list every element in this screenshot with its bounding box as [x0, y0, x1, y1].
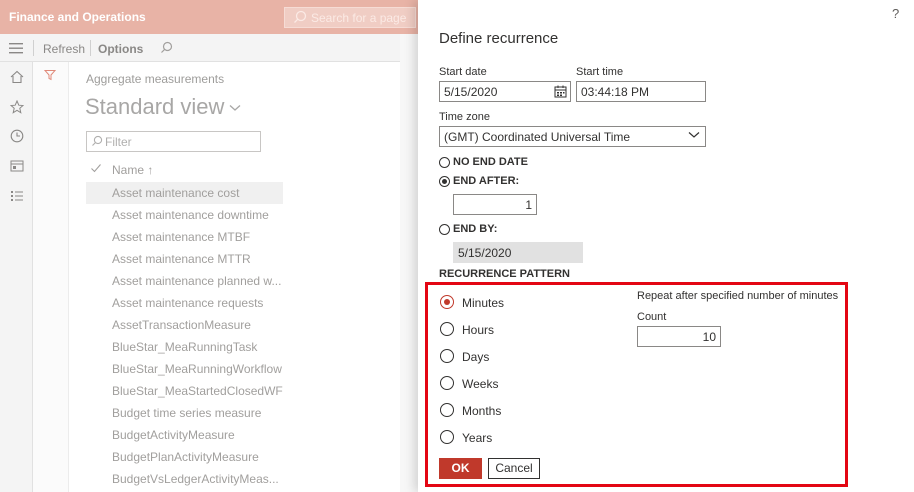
ok-button[interactable]: OK: [439, 458, 482, 479]
options-button[interactable]: Options: [98, 42, 143, 56]
clock-icon[interactable]: [10, 129, 24, 143]
start-time-field[interactable]: 03:44:18 PM: [576, 81, 706, 102]
end-by-date-value: 5/15/2020: [458, 246, 512, 260]
list-item[interactable]: BlueStar_MeaStartedClosedWF: [86, 380, 283, 402]
filter-pane: [33, 62, 69, 492]
end-by-radio[interactable]: [439, 224, 450, 235]
pattern-radio-minutes[interactable]: [440, 295, 454, 309]
start-time-label: Start time: [576, 66, 624, 78]
search-icon: [294, 10, 307, 23]
pattern-label-months[interactable]: Months: [462, 404, 501, 418]
pattern-radio-days[interactable]: [440, 349, 454, 363]
breadcrumb: Aggregate measurements: [86, 72, 225, 86]
modules-list-icon[interactable]: [10, 189, 24, 203]
end-after-count-field[interactable]: 1: [453, 194, 537, 215]
home-icon[interactable]: [10, 70, 24, 84]
start-time-value: 03:44:18 PM: [581, 85, 650, 99]
list-item[interactable]: AssetTransactionMeasure: [86, 314, 283, 336]
left-navigation: [0, 62, 33, 492]
count-label: Count: [637, 311, 667, 323]
count-field[interactable]: 10: [637, 326, 721, 347]
list-filter-input[interactable]: Filter: [86, 131, 261, 152]
grid-header: Name ↑: [86, 160, 386, 180]
page-search-input[interactable]: Search for a page: [284, 7, 416, 28]
start-date-field[interactable]: 5/15/2020: [439, 81, 571, 102]
list-item[interactable]: Asset maintenance planned w...: [86, 270, 283, 292]
calendar-icon[interactable]: [554, 85, 567, 98]
chevron-down-icon[interactable]: [229, 104, 241, 112]
start-date-label: Start date: [439, 66, 487, 78]
time-zone-label: Time zone: [439, 111, 490, 123]
search-icon[interactable]: [160, 41, 173, 54]
no-end-date-radio[interactable]: [439, 157, 450, 168]
sort-ascending-icon: ↑: [147, 163, 154, 177]
checkmark-icon[interactable]: [90, 162, 102, 174]
search-placeholder: Search for a page: [311, 11, 407, 25]
dialog-title: Define recurrence: [439, 30, 559, 47]
list-item[interactable]: Asset maintenance downtime: [86, 204, 283, 226]
time-zone-value: (GMT) Coordinated Universal Time: [444, 130, 631, 144]
end-after-label[interactable]: END AFTER:: [453, 175, 519, 187]
cmd-separator: [90, 40, 91, 56]
list-item[interactable]: Asset maintenance MTBF: [86, 226, 283, 248]
hamburger-icon[interactable]: [9, 43, 23, 54]
chevron-down-icon: [688, 132, 700, 138]
pattern-radio-months[interactable]: [440, 403, 454, 417]
end-after-radio[interactable]: [439, 176, 450, 187]
refresh-button[interactable]: Refresh: [43, 42, 85, 56]
list-item[interactable]: Asset maintenance cost: [86, 182, 283, 204]
filter-icon[interactable]: [44, 69, 56, 81]
pattern-radio-years[interactable]: [440, 430, 454, 444]
view-title[interactable]: Standard view: [85, 94, 224, 120]
list-item[interactable]: BudgetVsLedgerActivityMeas...: [86, 468, 283, 490]
help-icon[interactable]: ?: [892, 6, 899, 21]
star-icon[interactable]: [10, 100, 24, 114]
end-after-count-value: 1: [525, 198, 532, 212]
start-date-value: 5/15/2020: [444, 85, 498, 99]
end-by-label[interactable]: END BY:: [453, 223, 497, 235]
define-recurrence-dialog: ? Define recurrence Start date 5/15/2020…: [418, 0, 914, 492]
list-item[interactable]: BudgetPlanActivityMeasure: [86, 446, 283, 468]
list-item[interactable]: Budget time series measure: [86, 402, 283, 424]
time-zone-select[interactable]: (GMT) Coordinated Universal Time: [439, 126, 706, 147]
pattern-label-days[interactable]: Days: [462, 350, 489, 364]
no-end-date-label[interactable]: NO END DATE: [453, 156, 528, 168]
pattern-label-weeks[interactable]: Weeks: [462, 377, 498, 391]
filter-placeholder: Filter: [105, 135, 132, 149]
cancel-button[interactable]: Cancel: [488, 458, 540, 479]
workspace-icon[interactable]: [10, 159, 24, 173]
repeat-hint: Repeat after specified number of minutes: [637, 290, 839, 302]
list-item[interactable]: Asset maintenance MTTR: [86, 248, 283, 270]
search-icon: [92, 135, 103, 146]
app-title[interactable]: Finance and Operations: [9, 10, 146, 24]
pattern-label-minutes[interactable]: Minutes: [462, 296, 504, 310]
measurement-list: Asset maintenance cost Asset maintenance …: [86, 182, 286, 490]
panel-edge: [400, 34, 418, 492]
list-item[interactable]: BudgetActivityMeasure: [86, 424, 283, 446]
pattern-label-years[interactable]: Years: [462, 431, 492, 445]
pattern-label-hours[interactable]: Hours: [462, 323, 494, 337]
list-item[interactable]: Asset maintenance requests: [86, 292, 283, 314]
list-item[interactable]: BlueStar_MeaRunningWorkflow: [86, 358, 283, 380]
command-bar: Refresh Options: [0, 34, 420, 62]
count-value: 10: [702, 330, 716, 344]
end-by-date-field: 5/15/2020: [453, 242, 583, 263]
list-item[interactable]: BlueStar_MeaRunningTask: [86, 336, 283, 358]
cmd-separator: [33, 40, 34, 56]
pattern-radio-hours[interactable]: [440, 322, 454, 336]
pattern-radio-weeks[interactable]: [440, 376, 454, 390]
column-header-name[interactable]: Name ↑: [112, 163, 153, 177]
recurrence-pattern-heading: RECURRENCE PATTERN: [439, 268, 570, 280]
